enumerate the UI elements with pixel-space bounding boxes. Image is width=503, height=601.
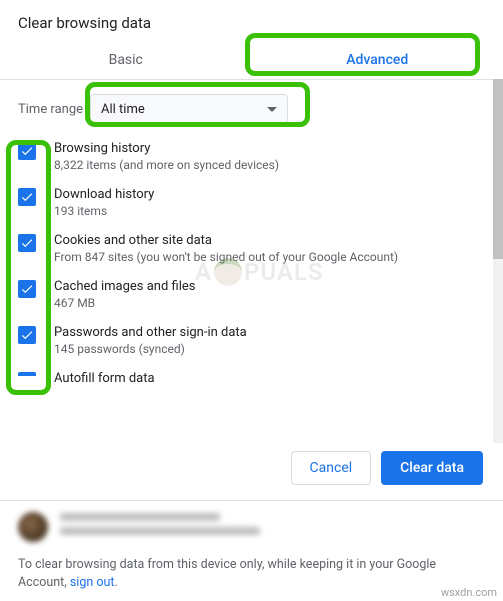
check-icon xyxy=(20,236,34,250)
clear-data-button[interactable]: Clear data xyxy=(381,451,483,485)
cancel-button[interactable]: Cancel xyxy=(291,451,372,485)
checkbox-passwords[interactable] xyxy=(18,326,36,344)
list-item: Passwords and other sign-in data 145 pas… xyxy=(18,318,481,364)
item-title: Cookies and other site data xyxy=(54,233,398,248)
footer: To clear browsing data from this device … xyxy=(0,498,503,601)
checkbox-autofill[interactable] xyxy=(18,372,36,376)
time-range-value: All time xyxy=(101,102,145,117)
item-subtitle: 145 passwords (synced) xyxy=(54,342,247,356)
time-range-select[interactable]: All time xyxy=(90,94,288,124)
avatar xyxy=(18,512,48,542)
checkbox-cookies[interactable] xyxy=(18,234,36,252)
item-title: Autofill form data xyxy=(54,371,155,386)
checkbox-download-history[interactable] xyxy=(18,188,36,206)
item-title: Browsing history xyxy=(54,141,279,156)
source-domain: wsxdn.com xyxy=(441,586,497,599)
checkbox-browsing-history[interactable] xyxy=(18,142,36,160)
list-item: Download history 193 items xyxy=(18,180,481,226)
check-icon xyxy=(20,190,34,204)
time-range-row: Time range All time xyxy=(0,80,503,130)
list-item: Cookies and other site data From 847 sit… xyxy=(18,226,481,272)
button-row: Cancel Clear data xyxy=(291,451,483,485)
check-icon xyxy=(20,328,34,342)
time-range-label: Time range xyxy=(18,102,90,117)
item-subtitle: 8,322 items (and more on synced devices) xyxy=(54,158,279,172)
footer-text: To clear browsing data from this device … xyxy=(18,556,485,594)
check-icon xyxy=(20,144,34,158)
item-subtitle: From 847 sites (you won't be signed out … xyxy=(54,250,398,264)
list-item: Cached images and files 467 MB xyxy=(18,272,481,318)
data-type-list: Browsing history 8,322 items (and more o… xyxy=(0,130,503,386)
checkbox-cached[interactable] xyxy=(18,280,36,298)
list-item: Browsing history 8,322 items (and more o… xyxy=(18,134,481,180)
item-subtitle: 467 MB xyxy=(54,296,195,310)
chevron-down-icon xyxy=(267,107,277,112)
scrollbar-thumb[interactable] xyxy=(493,79,503,259)
item-title: Download history xyxy=(54,187,154,202)
item-title: Cached images and files xyxy=(54,279,195,294)
item-title: Passwords and other sign-in data xyxy=(54,325,247,340)
check-icon xyxy=(20,282,34,296)
tab-basic[interactable]: Basic xyxy=(0,40,252,79)
item-subtitle: 193 items xyxy=(54,204,154,218)
account-row-blurred xyxy=(18,512,485,542)
sign-out-link[interactable]: sign out xyxy=(70,575,115,590)
list-item: Autofill form data xyxy=(18,364,481,386)
tabs: Basic Advanced xyxy=(0,40,503,80)
dialog-title: Clear browsing data xyxy=(0,0,503,40)
tab-advanced[interactable]: Advanced xyxy=(252,40,503,79)
